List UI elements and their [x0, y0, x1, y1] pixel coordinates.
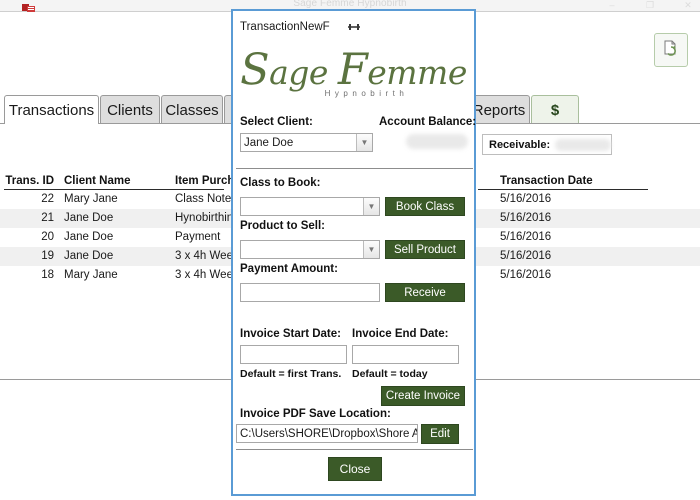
tab-clients[interactable]: Clients [100, 95, 160, 124]
logo-word-emme: emme [367, 53, 467, 92]
cell-item: 3 x 4h Wee [175, 269, 233, 281]
cell-trans-id: 20 [0, 231, 54, 243]
cell-item: Class Notes [175, 193, 237, 205]
cell-client-name: Mary Jane [64, 269, 118, 281]
close-button[interactable]: ✕ [680, 0, 696, 10]
pdf-save-location-input[interactable]: C:\Users\SHORE\Dropbox\Shore Acc [236, 424, 418, 443]
invoice-end-date-hint: Default = today [352, 368, 428, 380]
cell-client-name: Jane Doe [64, 231, 113, 243]
invoice-start-date-input[interactable] [240, 345, 347, 364]
dialog-separator-top [236, 168, 473, 169]
cell-trans-id: 19 [0, 250, 54, 262]
select-client-value: Jane Doe [241, 137, 356, 149]
cell-date: 5/16/2016 [500, 231, 551, 243]
dialog-separator-bottom [236, 449, 473, 450]
cell-item: 3 x 4h Wee [175, 250, 233, 262]
account-balance-value-redacted [406, 134, 468, 154]
cell-item: Payment [175, 231, 220, 243]
cell-trans-id: 22 [0, 193, 54, 205]
horizontal-resize-handle-icon[interactable] [346, 22, 362, 32]
cell-date: 5/16/2016 [500, 269, 551, 281]
logo-cap-f: F [338, 45, 367, 95]
cell-date: 5/16/2016 [500, 250, 551, 262]
receivable-field: Receivable: [482, 134, 612, 155]
cell-item: Hynobirthin [175, 212, 233, 224]
pdf-save-location-label: Invoice PDF Save Location: [240, 408, 391, 420]
create-invoice-button[interactable]: Create Invoice [381, 386, 465, 406]
logo-word-age: age [269, 53, 328, 92]
tab-transactions[interactable]: Transactions [4, 95, 99, 124]
column-header-transaction-date[interactable]: Transaction Date [500, 175, 593, 187]
select-client-label: Select Client: [240, 116, 313, 128]
export-pdf-button[interactable] [654, 33, 688, 67]
account-balance-label: Account Balance: [379, 116, 476, 128]
invoice-end-date-input[interactable] [352, 345, 459, 364]
cell-date: 5/16/2016 [500, 212, 551, 224]
class-to-book-label: Class to Book: [240, 177, 321, 189]
cell-trans-id: 21 [0, 212, 54, 224]
window-title: Sage Femme Hypnobirth [0, 0, 700, 9]
chevron-down-icon[interactable]: ▼ [356, 134, 372, 151]
cell-client-name: Mary Jane [64, 193, 118, 205]
product-to-sell-label: Product to Sell: [240, 220, 325, 232]
maximize-button[interactable]: ❐ [642, 0, 658, 10]
invoice-start-date-label: Invoice Start Date: [240, 328, 341, 340]
sage-femme-logo: Sage Femme Hypnobirth [233, 44, 474, 102]
logo-subtitle: Hypnobirth [325, 89, 409, 98]
tab-money[interactable]: $ [531, 95, 579, 124]
transaction-new-dialog: TransactionNewF Sage Femme Hypnobirth Se… [231, 9, 476, 496]
sell-product-button[interactable]: Sell Product [385, 240, 465, 259]
product-to-sell-dropdown[interactable]: ▼ [240, 240, 380, 259]
receive-payment-button[interactable]: Receive [385, 283, 465, 302]
column-header-trans-id[interactable]: Trans. ID [0, 175, 54, 187]
export-pdf-refresh-icon [662, 39, 680, 62]
invoice-end-date-label: Invoice End Date: [352, 328, 449, 340]
receivable-label: Receivable: [489, 139, 550, 151]
window-controls: – ❐ ✕ [604, 0, 696, 10]
cell-client-name: Jane Doe [64, 212, 113, 224]
logo-wordmark: Sage Femme [240, 49, 467, 92]
payment-amount-label: Payment Amount: [240, 263, 338, 275]
book-class-button[interactable]: Book Class [385, 197, 465, 216]
chevron-down-icon[interactable]: ▼ [363, 241, 379, 258]
application-window: Sage Femme Hypnobirth – ❐ ✕ Transactions… [0, 0, 700, 500]
tab-classes[interactable]: Classes [161, 95, 223, 124]
column-header-client-name[interactable]: Client Name [64, 175, 130, 187]
tab-reports[interactable]: Reports [468, 95, 530, 124]
cell-client-name: Jane Doe [64, 250, 113, 262]
dialog-title: TransactionNewF [240, 21, 330, 33]
cell-date: 5/16/2016 [500, 193, 551, 205]
minimize-button[interactable]: – [604, 0, 620, 10]
close-dialog-button[interactable]: Close [328, 457, 382, 481]
payment-amount-input[interactable] [240, 283, 380, 302]
select-client-dropdown[interactable]: Jane Doe ▼ [240, 133, 373, 152]
edit-pdf-location-button[interactable]: Edit [421, 424, 459, 444]
invoice-start-date-hint: Default = first Trans. [240, 368, 341, 380]
receivable-value-redacted [555, 139, 611, 151]
chevron-down-icon[interactable]: ▼ [363, 198, 379, 215]
logo-cap-s: S [240, 45, 269, 95]
class-to-book-dropdown[interactable]: ▼ [240, 197, 380, 216]
cell-trans-id: 18 [0, 269, 54, 281]
